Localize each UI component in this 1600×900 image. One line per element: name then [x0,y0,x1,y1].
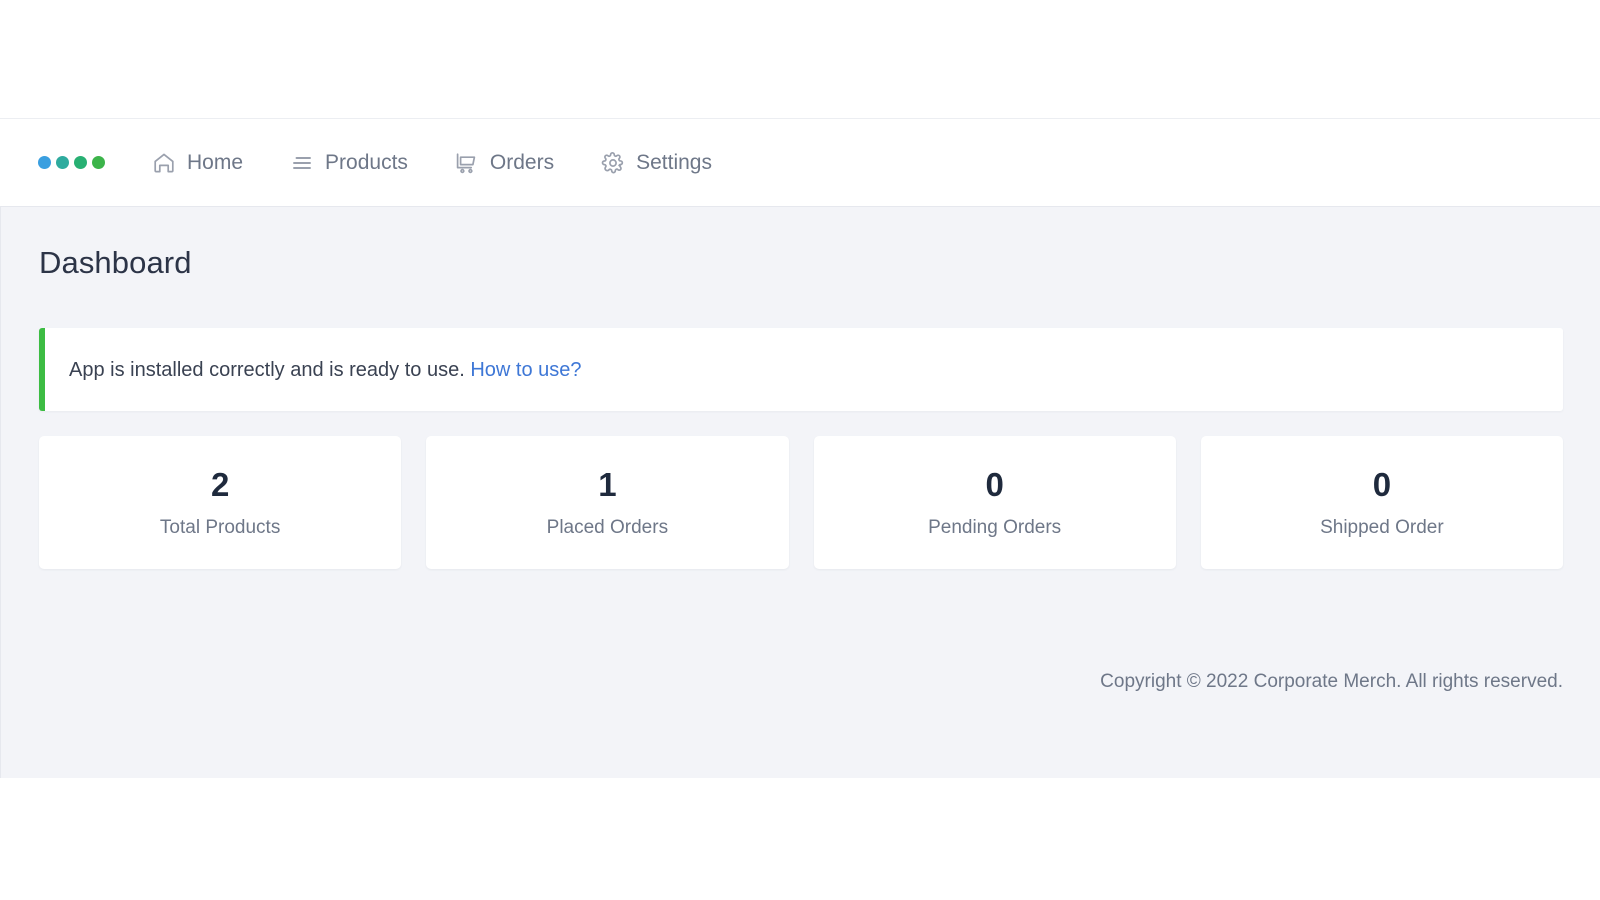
footer-copyright: Copyright © 2022 Corporate Merch. All ri… [1100,671,1563,692]
brand-dot-1 [38,156,51,169]
brand-dot-4 [92,156,105,169]
stat-label: Pending Orders [928,517,1062,538]
stat-value: 2 [210,466,230,503]
status-alert-banner: App is installed correctly and is ready … [39,328,1563,411]
stat-card-placed-orders[interactable]: 1 Placed Orders [426,436,789,569]
top-navbar: Home Products Orders Settings [0,118,1600,207]
nav-item-products[interactable]: Products [289,150,408,175]
stat-label: Placed Orders [546,517,669,538]
content-area: Dashboard App is installed correctly and… [0,207,1600,778]
nav-items: Home Products Orders Settings [151,150,712,175]
brand-logo[interactable] [38,156,105,169]
stat-card-pending-orders[interactable]: 0 Pending Orders [813,436,1176,569]
stat-value: 1 [598,466,617,503]
page-title: Dashboard [39,245,192,280]
brand-dot-2 [56,156,69,169]
top-white-strip [0,0,1600,118]
app-page: Home Products Orders Settings Dashboard … [0,0,1600,900]
how-to-use-link[interactable]: How to use? [470,359,581,381]
stat-cards: 2 Total Products 1 Placed Orders 0 Pendi… [39,436,1563,569]
nav-label-products: Products [325,151,408,174]
alert-body: App is installed correctly and is ready … [45,360,582,380]
nav-item-settings[interactable]: Settings [600,150,712,175]
nav-label-settings: Settings [636,151,712,174]
list-icon [289,150,314,175]
shopping-cart-icon [454,150,479,175]
stat-card-shipped-order[interactable]: 0 Shipped Order [1200,436,1563,569]
nav-item-home[interactable]: Home [151,150,243,175]
stat-value: 0 [1372,466,1392,503]
gear-icon [600,150,625,175]
nav-item-orders[interactable]: Orders [454,150,554,175]
stat-value: 0 [985,466,1004,503]
stat-card-total-products[interactable]: 2 Total Products [39,436,402,569]
brand-dot-3 [74,156,87,169]
stat-label: Total Products [159,517,281,538]
home-icon [151,150,176,175]
nav-label-home: Home [187,151,244,174]
nav-label-orders: Orders [489,151,555,174]
stat-label: Shipped Order [1320,517,1444,538]
alert-message: App is installed correctly and is ready … [69,358,465,381]
